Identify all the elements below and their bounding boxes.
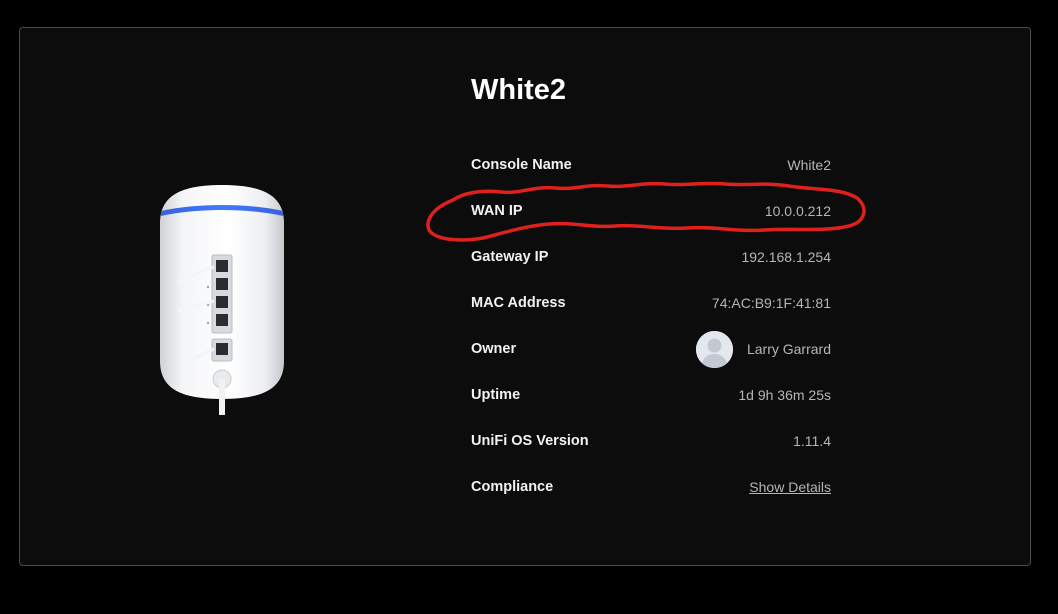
detail-row-owner: Owner Larry Garrard <box>471 330 831 368</box>
wan-ip-label: WAN IP <box>471 203 523 219</box>
detail-row-gateway-ip: Gateway IP 192.168.1.254 <box>471 245 831 269</box>
console-name-value: White2 <box>787 157 831 173</box>
show-details-link[interactable]: Show Details <box>749 475 831 499</box>
detail-row-os-version: UniFi OS Version 1.11.4 <box>471 429 831 453</box>
mac-address-value: 74:AC:B9:1F:41:81 <box>711 295 831 311</box>
compliance-label: Compliance <box>471 479 554 495</box>
gateway-ip-label: Gateway IP <box>471 249 549 265</box>
detail-row-console-name: Console Name White2 <box>471 153 831 177</box>
wan-ip-value: 10.0.0.212 <box>764 203 831 219</box>
gateway-ip-value: 192.168.1.254 <box>741 249 831 265</box>
detail-row-wan-ip: WAN IP 10.0.0.212 <box>471 199 831 223</box>
console-name-label: Console Name <box>471 157 572 173</box>
detail-row-mac-address: MAC Address 74:AC:B9:1F:41:81 <box>471 291 831 315</box>
console-title: White2 <box>471 74 567 106</box>
uptime-value: 1d 9h 36m 25s <box>738 387 831 403</box>
user-avatar-icon <box>695 330 733 368</box>
uptime-label: Uptime <box>471 387 521 403</box>
os-version-value: 1.11.4 <box>793 433 831 449</box>
os-version-label: UniFi OS Version <box>471 433 589 449</box>
owner-name: Larry Garrard <box>746 341 831 357</box>
detail-row-uptime: Uptime 1d 9h 36m 25s <box>471 383 831 407</box>
owner-label: Owner <box>471 341 517 357</box>
detail-row-compliance: Compliance Show Details <box>471 475 831 499</box>
mac-address-label: MAC Address <box>471 295 566 311</box>
owner-value: Larry Garrard <box>695 330 831 368</box>
dream-machine-device-image <box>158 183 286 415</box>
